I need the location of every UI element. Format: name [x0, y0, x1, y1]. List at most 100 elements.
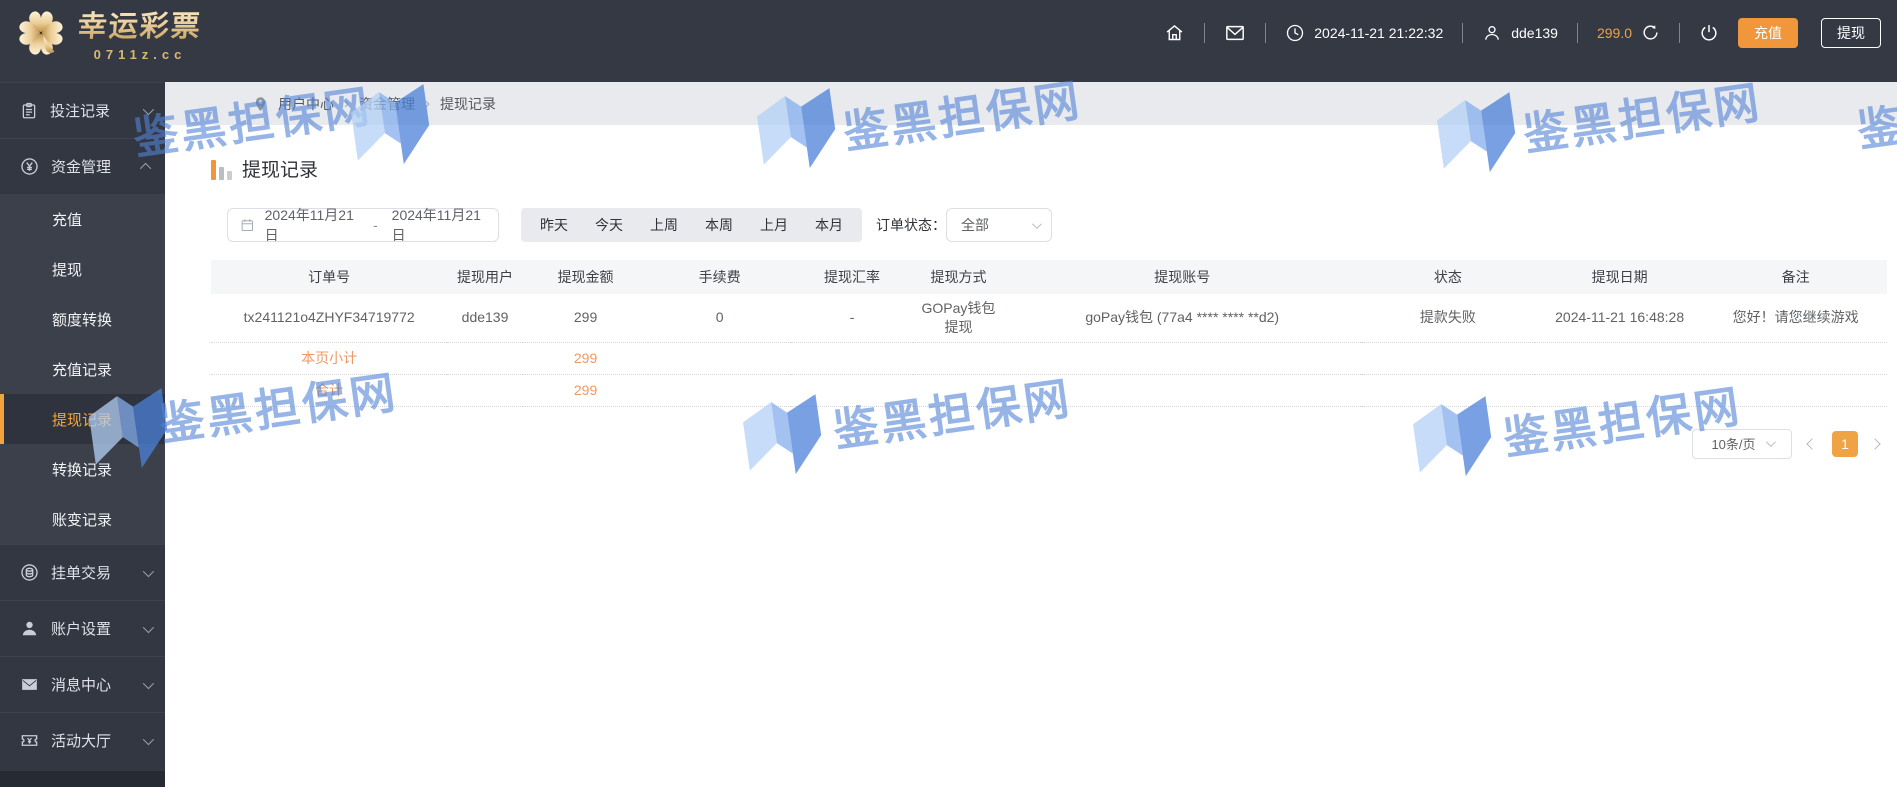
chevron-down-icon	[142, 565, 155, 577]
sidebar-item-label: 活动大厅	[51, 733, 112, 750]
breadcrumb-item-withdraw-records[interactable]: 提现记录	[440, 94, 496, 114]
sidebar-item-message-center[interactable]: 消息中心	[0, 656, 165, 712]
cell-remark: 您好！请您继续游戏	[1704, 294, 1887, 343]
col-account: 提现账号	[1003, 260, 1361, 294]
subtotal-label: 本页小计	[211, 342, 448, 375]
sidebar-subitem-recharge-records[interactable]: 充值记录	[0, 344, 165, 394]
cell-order-id: tx241121o4ZHYF34719772	[211, 294, 448, 343]
sidebar-item-activity-hall[interactable]: 活动大厅	[0, 712, 165, 768]
quick-filter-last-month[interactable]: 上月	[760, 215, 788, 235]
page-title: 提现记录	[242, 160, 319, 181]
chevron-down-icon	[1765, 437, 1776, 448]
date-end: 2024年11月21日	[391, 207, 481, 243]
quick-filter-last-week[interactable]: 上周	[650, 215, 678, 235]
cell-date: 2024-11-21 16:48:28	[1535, 294, 1705, 343]
subitem-label: 提现	[52, 261, 83, 279]
date-start: 2024年11月21日	[264, 207, 354, 243]
messages-button[interactable]	[1224, 23, 1246, 43]
sidebar-bottom-strip	[0, 771, 165, 787]
cell-fee: 0	[648, 294, 791, 343]
top-header: 幸运彩票 0711z.cc 2024-11-21 21:22:32 dde139…	[0, 0, 1897, 65]
sidebar: 投注记录 资金管理 充值 提现 额度转换 充值记录 提现记录 转换记录 账变记录	[0, 65, 165, 787]
col-method: 提现方式	[913, 260, 1004, 294]
next-page-button[interactable]	[1869, 437, 1885, 451]
page-number-1[interactable]: 1	[1832, 430, 1858, 457]
divider	[1576, 22, 1578, 43]
sidebar-top-strip	[0, 65, 165, 82]
quick-filter-this-week[interactable]: 本周	[705, 215, 733, 235]
chevron-up-icon	[139, 162, 152, 174]
header-lower-strip	[165, 65, 1897, 82]
total-amount: 299	[522, 374, 649, 407]
cell-account: goPay钱包 (77a4 **** **** **d2)	[1003, 294, 1361, 343]
page-size-select[interactable]: 10条/页	[1692, 428, 1792, 459]
sidebar-item-bet-records[interactable]: 投注记录	[0, 82, 165, 138]
content-area: 提现记录 2024年11月21日 - 2024年11月21日 昨天 今天 上周 …	[165, 125, 1897, 787]
quick-filter-today[interactable]: 今天	[595, 215, 623, 235]
quick-filter-yesterday[interactable]: 昨天	[540, 215, 568, 235]
sidebar-subitem-withdraw[interactable]: 提现	[0, 244, 165, 294]
username-text: dde139	[1511, 24, 1558, 41]
page-size-value: 10条/页	[1711, 437, 1756, 452]
server-time: 2024-11-21 21:22:32	[1285, 23, 1443, 43]
filter-row: 2024年11月21日 - 2024年11月21日 昨天 今天 上周 本周 上月…	[211, 207, 1887, 243]
logout-button[interactable]	[1699, 23, 1719, 43]
quick-date-filters: 昨天 今天 上周 本周 上月 本月	[521, 208, 862, 242]
yen-coin-icon	[21, 158, 38, 175]
sidebar-subitem-recharge[interactable]: 充值	[0, 194, 165, 244]
prev-page-button[interactable]	[1805, 437, 1819, 451]
chevron-down-icon	[142, 733, 155, 745]
logo[interactable]: 幸运彩票 0711z.cc	[14, 3, 204, 62]
sidebar-item-funds-management[interactable]: 资金管理	[0, 138, 165, 194]
sidebar-item-label: 消息中心	[51, 677, 112, 694]
home-button[interactable]	[1164, 22, 1185, 43]
cell-withdraw-user: dde139	[447, 294, 523, 343]
sidebar-item-account-settings[interactable]: 账户设置	[0, 600, 165, 656]
breadcrumb-item-user-center[interactable]: 用户中心	[278, 94, 334, 114]
clipboard-icon	[22, 102, 36, 118]
sidebar-item-pending-orders[interactable]: 挂单交易	[0, 544, 165, 600]
divider	[1462, 22, 1464, 43]
subitem-label: 提现记录	[52, 411, 113, 429]
sidebar-subitem-account-change-records[interactable]: 账变记录	[0, 494, 165, 544]
user-icon	[1485, 25, 1500, 40]
subtotal-amount: 299	[522, 342, 649, 375]
location-pin-icon	[255, 97, 266, 111]
breadcrumb: 用户中心 › 资金管理 › 提现记录	[165, 82, 1897, 125]
withdraw-records-table: 订单号 提现用户 提现金额 手续费 提现汇率 提现方式 提现账号 状态 提现日期…	[211, 260, 1887, 407]
site-title: 幸运彩票	[77, 3, 204, 45]
power-icon	[1701, 24, 1717, 41]
sidebar-subitem-transfer-records[interactable]: 转换记录	[0, 444, 165, 494]
subitem-label: 额度转换	[52, 311, 113, 329]
mail-icon	[1226, 25, 1245, 40]
page-subtotal-row: 本页小计 299	[211, 342, 1887, 375]
col-amount: 提现金额	[522, 260, 649, 294]
recharge-button[interactable]: 充值	[1738, 17, 1798, 48]
cell-method: GOPay钱包提现	[913, 294, 1004, 343]
withdraw-button[interactable]: 提现	[1821, 17, 1881, 48]
funds-submenu: 充值 提现 额度转换 充值记录 提现记录 转换记录 账变记录	[0, 194, 165, 544]
date-separator: -	[372, 217, 378, 233]
table-header-row: 订单号 提现用户 提现金额 手续费 提现汇率 提现方式 提现账号 状态 提现日期…	[211, 260, 1887, 294]
col-rate: 提现汇率	[790, 260, 914, 294]
ticket-yen-icon	[21, 735, 38, 746]
cell-status: 提款失败	[1360, 294, 1535, 343]
breadcrumb-item-funds[interactable]: 资金管理	[359, 94, 415, 114]
site-domain: 0711z.cc	[93, 47, 187, 62]
quick-filter-this-month[interactable]: 本月	[815, 215, 843, 235]
user-account[interactable]: dde139	[1482, 23, 1558, 43]
date-range-input[interactable]: 2024年11月21日 - 2024年11月21日	[227, 207, 499, 243]
order-status-select[interactable]: 全部	[946, 208, 1052, 242]
sidebar-subitem-quota-transfer[interactable]: 额度转换	[0, 294, 165, 344]
sidebar-item-label: 投注记录	[50, 103, 111, 120]
total-label: 合计	[211, 374, 448, 407]
pagination: 10条/页 1	[211, 428, 1887, 459]
breadcrumb-separator: ›	[344, 95, 349, 112]
chevron-down-icon	[1031, 218, 1042, 229]
cell-rate: -	[790, 294, 914, 343]
time-text: 2024-11-21 21:22:32	[1314, 24, 1444, 41]
order-status-label: 订单状态：	[876, 217, 946, 233]
sidebar-subitem-withdraw-records[interactable]: 提现记录	[0, 394, 165, 444]
refresh-balance-icon[interactable]	[1641, 23, 1660, 42]
sidebar-item-label: 挂单交易	[51, 565, 112, 582]
